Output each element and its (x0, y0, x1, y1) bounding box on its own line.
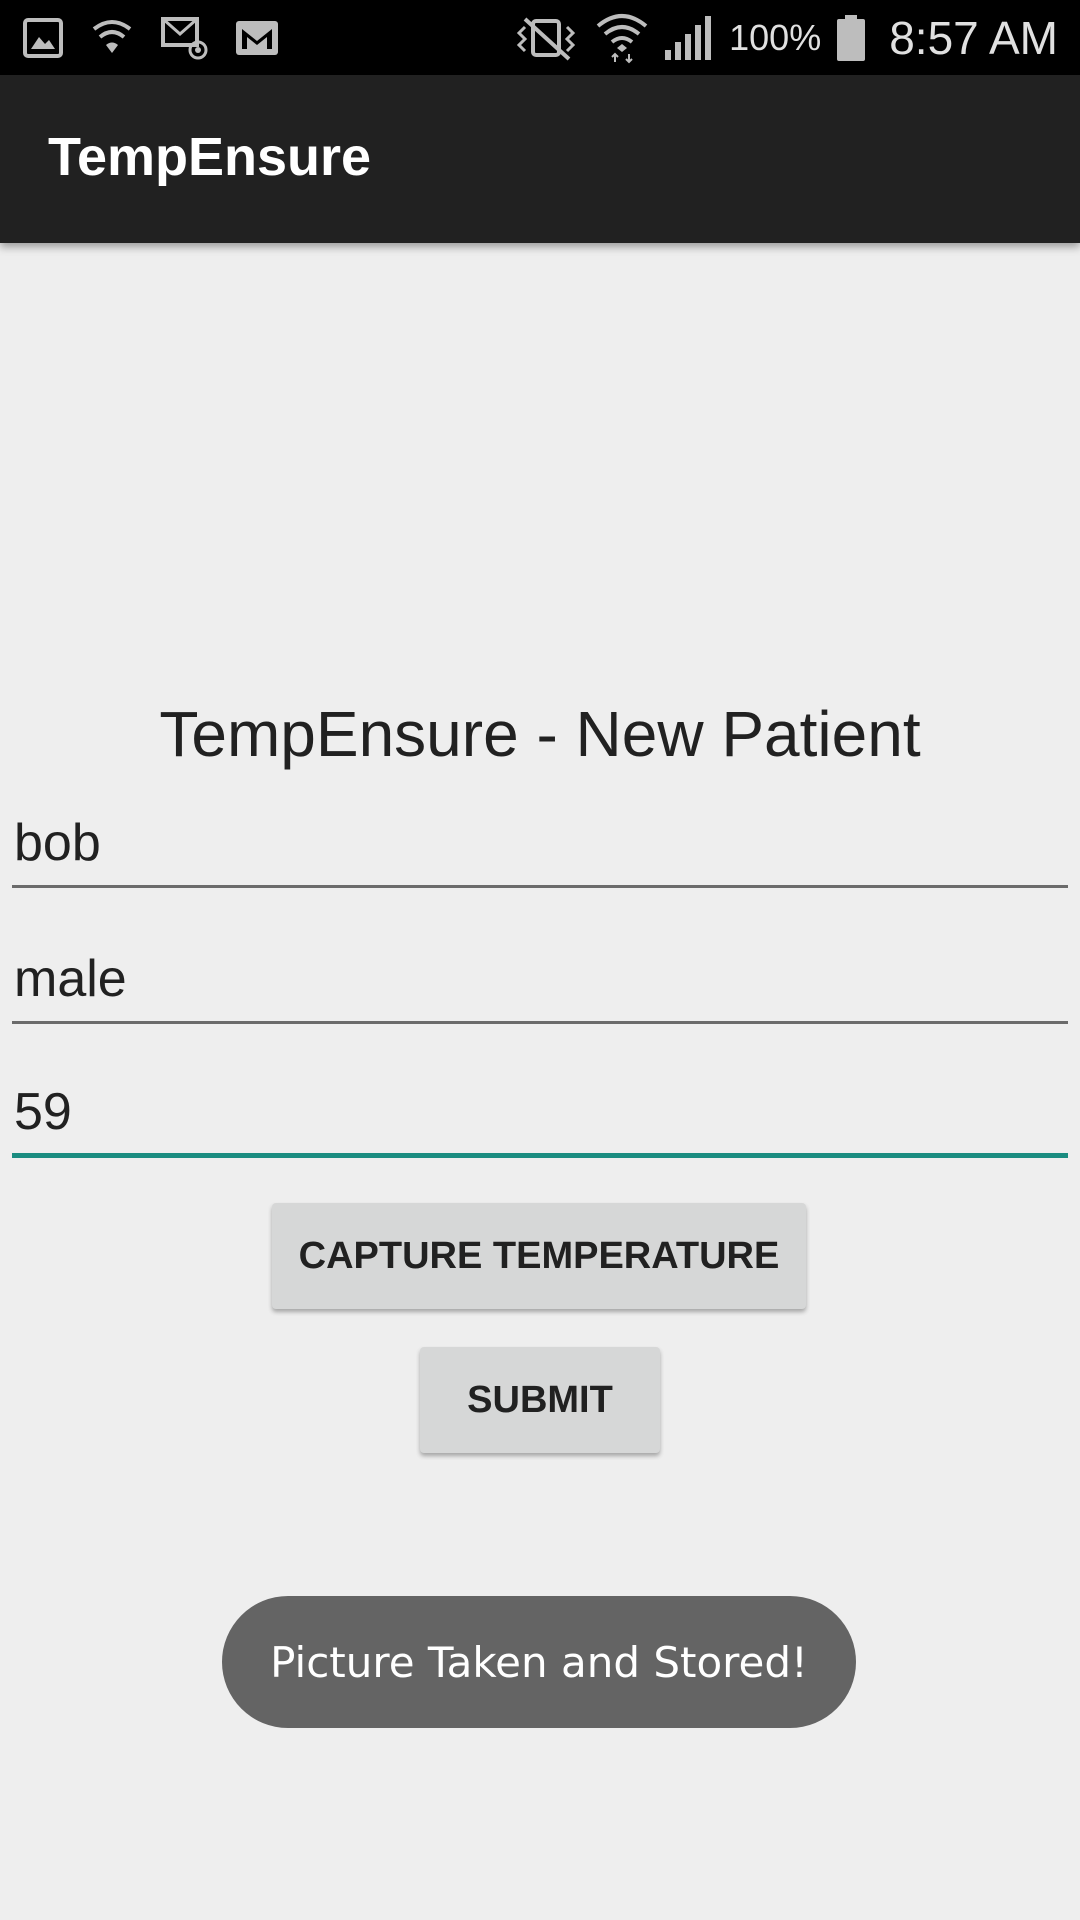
email-icon (160, 16, 208, 60)
wifi-icon (595, 12, 649, 64)
status-bar: 100% 8:57 AM (0, 0, 1080, 75)
patient-name-field[interactable] (12, 800, 1068, 888)
capture-temperature-button[interactable]: CAPTURE TEMPERATURE (272, 1203, 806, 1309)
screen: 100% 8:57 AM TempEnsure TempEnsure - New… (0, 0, 1080, 1920)
toast-message: Picture Taken and Stored! (222, 1596, 856, 1728)
submit-button[interactable]: SUBMIT (420, 1347, 660, 1453)
signal-icon (663, 14, 715, 62)
patient-gender-field[interactable] (12, 936, 1068, 1024)
form-title: TempEnsure - New Patient (159, 698, 921, 770)
battery-icon (835, 13, 867, 63)
battery-percentage: 100% (729, 17, 822, 58)
app-bar: TempEnsure (0, 75, 1080, 243)
patient-age-field[interactable] (12, 1070, 1068, 1158)
notification-icons (22, 14, 280, 62)
toast-text: Picture Taken and Stored! (270, 1637, 808, 1687)
gallery-icon (22, 17, 64, 59)
status-time: 8:57 AM (889, 12, 1058, 64)
app-title: TempEnsure (48, 127, 372, 187)
vibrate-mute-icon (511, 15, 581, 61)
gmail-icon (234, 19, 280, 57)
system-status: 100% 8:57 AM (511, 10, 1058, 66)
wifi-shield-icon (90, 17, 134, 59)
